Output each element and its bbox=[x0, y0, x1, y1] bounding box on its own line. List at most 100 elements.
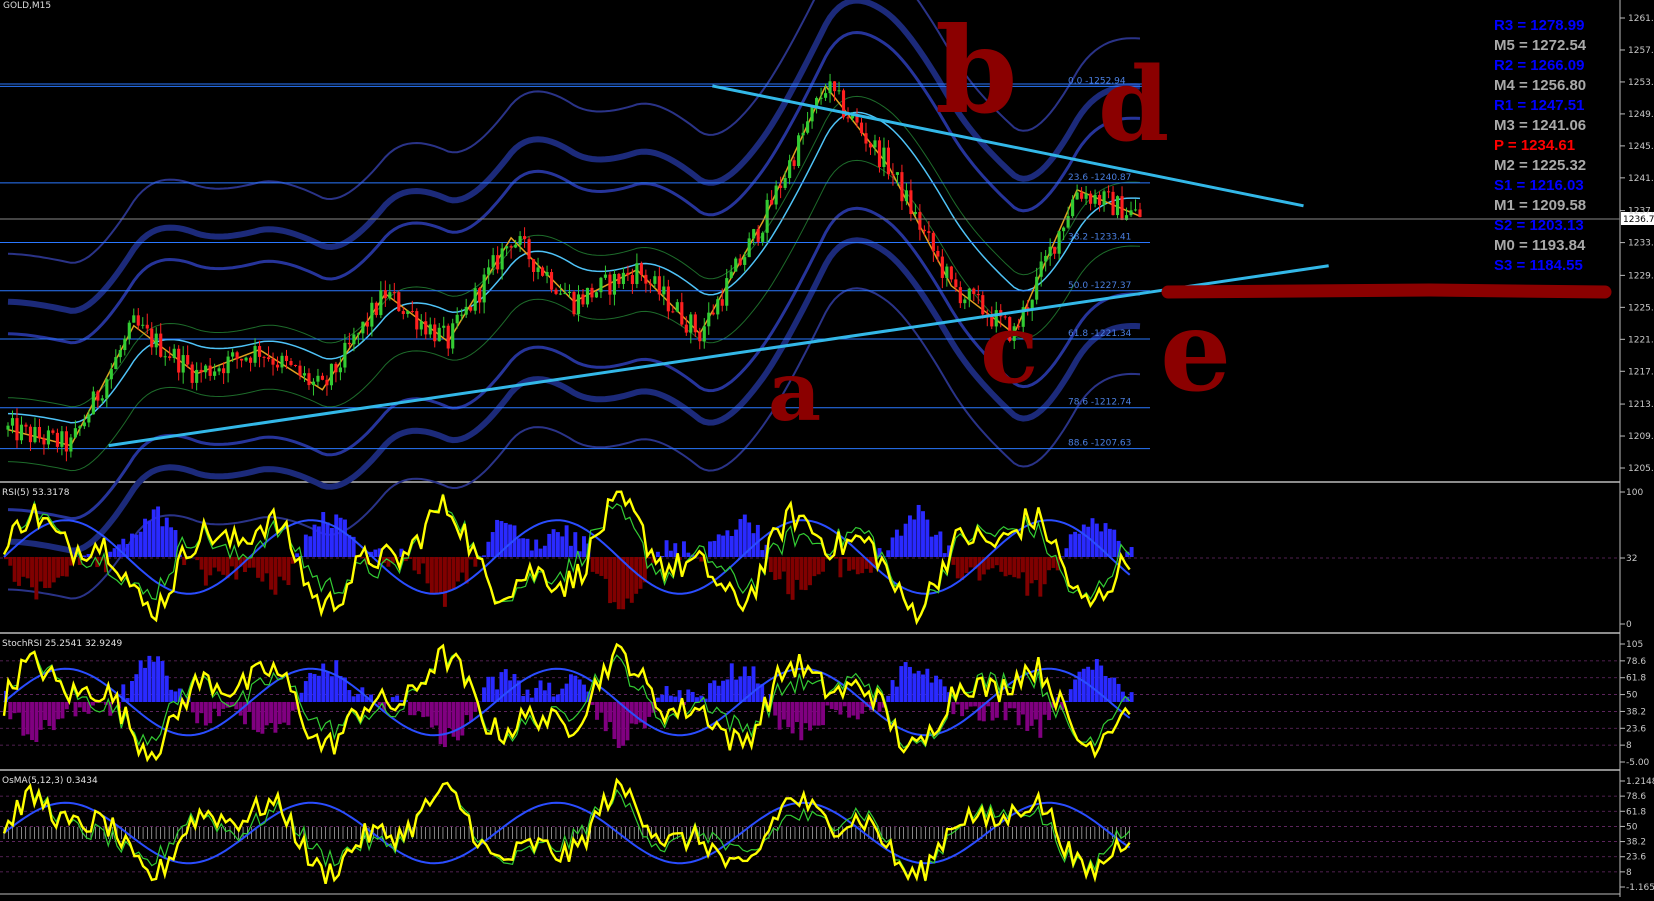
pivot-level: R2 = 1266.09 bbox=[1494, 57, 1585, 74]
candle-body bbox=[267, 357, 270, 359]
histogram-bar bbox=[552, 696, 556, 702]
candle-body bbox=[56, 433, 59, 447]
fib-level-label: 23.6 -1240.87 bbox=[1068, 173, 1131, 183]
histogram-bar bbox=[56, 702, 60, 719]
candle-body bbox=[1076, 192, 1079, 199]
candle-body bbox=[388, 292, 391, 298]
histogram-bar bbox=[134, 674, 138, 702]
histogram-bar bbox=[782, 557, 786, 572]
candle-body bbox=[900, 172, 903, 201]
candle-body bbox=[456, 315, 459, 324]
histogram-bar bbox=[786, 702, 790, 727]
histogram-bar bbox=[204, 702, 208, 725]
histogram-bar bbox=[665, 540, 669, 557]
histogram-bar bbox=[617, 702, 621, 748]
candle-body bbox=[240, 359, 243, 361]
histogram-bar bbox=[1112, 530, 1116, 557]
histogram-bar bbox=[991, 557, 995, 568]
rsi-label: RSI(5) 53.3178 bbox=[2, 488, 70, 498]
histogram-bar bbox=[539, 549, 543, 557]
histogram-bar bbox=[708, 541, 712, 557]
histogram-bar bbox=[61, 557, 65, 576]
price-tick-label: 1229.3 bbox=[1628, 271, 1654, 281]
histogram-bar bbox=[391, 697, 395, 702]
histogram-bar bbox=[456, 557, 460, 582]
histogram-bar bbox=[8, 557, 12, 566]
histogram-bar bbox=[174, 691, 178, 702]
histogram-bar bbox=[608, 702, 612, 722]
candle-body bbox=[608, 275, 611, 295]
histogram-bar bbox=[169, 690, 173, 702]
candle-body bbox=[343, 343, 346, 368]
histogram-bar bbox=[147, 521, 151, 557]
candle-body bbox=[298, 366, 301, 376]
histogram-bar bbox=[343, 520, 347, 557]
histogram-bar bbox=[599, 702, 603, 713]
histogram-bar bbox=[26, 557, 30, 578]
candle-body bbox=[218, 368, 221, 371]
axis-tick-label: 50 bbox=[1626, 822, 1638, 832]
candle-body bbox=[757, 229, 760, 242]
histogram-bar bbox=[560, 536, 564, 557]
histogram-bar bbox=[300, 693, 304, 702]
histogram-bar bbox=[795, 702, 799, 722]
candle-body bbox=[262, 357, 265, 358]
candle-body bbox=[393, 292, 396, 293]
histogram-bar bbox=[834, 557, 838, 559]
candle-body bbox=[622, 273, 625, 284]
histogram-bar bbox=[1047, 557, 1051, 570]
candle-body bbox=[74, 428, 77, 437]
histogram-bar bbox=[899, 666, 903, 702]
histogram-bar bbox=[682, 541, 686, 557]
candle-body bbox=[38, 427, 41, 438]
candle-body bbox=[65, 431, 68, 451]
histogram-bar bbox=[843, 557, 847, 559]
histogram-bar bbox=[656, 698, 660, 702]
pivot-level: S3 = 1184.55 bbox=[1494, 257, 1583, 274]
histogram-bar bbox=[895, 687, 899, 702]
histogram-bar bbox=[30, 702, 34, 740]
candle-body bbox=[285, 356, 288, 361]
axis-tick-label: 38.2 bbox=[1626, 838, 1646, 848]
histogram-bar bbox=[417, 702, 421, 711]
candle-body bbox=[29, 427, 32, 442]
histogram-bar bbox=[847, 702, 851, 718]
histogram-bar bbox=[108, 552, 112, 557]
histogram-bar bbox=[1112, 678, 1116, 702]
histogram-bar bbox=[539, 680, 543, 702]
price-tick-label: 1249.5 bbox=[1628, 110, 1654, 120]
candle-body bbox=[1129, 210, 1132, 215]
candle-body bbox=[1138, 209, 1141, 217]
candle-body bbox=[653, 276, 656, 284]
candle-body bbox=[42, 438, 45, 444]
histogram-bar bbox=[534, 688, 538, 702]
histogram-bar bbox=[1069, 534, 1073, 557]
histogram-bar bbox=[465, 557, 469, 583]
candle-body bbox=[667, 287, 670, 312]
candle-body bbox=[572, 292, 575, 314]
histogram-bar bbox=[960, 557, 964, 580]
histogram-bar bbox=[1012, 702, 1016, 708]
histogram-bar bbox=[938, 531, 942, 557]
histogram-bar bbox=[139, 532, 143, 557]
chart-window: GOLD,M15 0.0 -1252.9423.6 -1240.8738.2 -… bbox=[0, 0, 1654, 897]
candle-body bbox=[294, 365, 297, 366]
histogram-bar bbox=[934, 535, 938, 557]
axis-tick-label: 105 bbox=[1626, 640, 1643, 650]
histogram-bar bbox=[273, 557, 277, 595]
histogram-bar bbox=[799, 557, 803, 590]
histogram-bar bbox=[321, 512, 325, 557]
histogram-bar bbox=[269, 557, 273, 590]
candle-body bbox=[1053, 247, 1056, 254]
price-tick-label: 1257.5 bbox=[1628, 46, 1654, 56]
candle-body bbox=[1049, 247, 1052, 256]
price-tick-label: 1221.3 bbox=[1628, 335, 1654, 345]
histogram-bar bbox=[130, 534, 134, 557]
histogram-bar bbox=[917, 505, 921, 557]
histogram-bar bbox=[430, 702, 434, 727]
price-tick-label: 1241.5 bbox=[1628, 174, 1654, 184]
candle-body bbox=[536, 267, 539, 272]
candle-body bbox=[496, 255, 499, 269]
histogram-bar bbox=[717, 534, 721, 557]
candle-body bbox=[123, 339, 126, 350]
